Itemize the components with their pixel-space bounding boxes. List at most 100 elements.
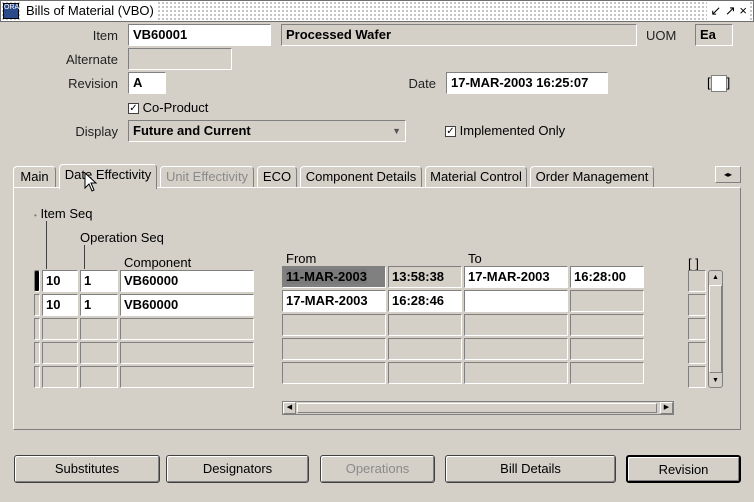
from-date-cell[interactable]: 11-MAR-2003 bbox=[282, 266, 386, 288]
window-controls[interactable]: ↙ ↗ × bbox=[707, 2, 750, 20]
tab-component-details[interactable]: Component Details bbox=[300, 166, 422, 188]
item-label: Item bbox=[92, 28, 118, 43]
from-time-cell[interactable] bbox=[388, 362, 462, 384]
window-title: Bills of Material (VBO) bbox=[22, 2, 158, 20]
date-field[interactable]: 17-MAR-2003 16:25:07 bbox=[446, 72, 608, 94]
op-seq-cell[interactable]: 1 bbox=[80, 270, 118, 292]
item-seq-cell[interactable] bbox=[42, 318, 78, 340]
from-time-cell[interactable] bbox=[388, 338, 462, 360]
flexfield-cell[interactable] bbox=[688, 342, 706, 364]
op-seq-cell[interactable]: 1 bbox=[80, 294, 118, 316]
header-connector bbox=[46, 221, 47, 269]
scroll-left-icon[interactable]: ◀ bbox=[283, 402, 296, 414]
scroll-down-icon[interactable]: ▼ bbox=[709, 374, 722, 387]
check-icon: ✓ bbox=[128, 103, 139, 115]
app-icon: ORA bbox=[3, 3, 19, 19]
horizontal-scrollbar[interactable]: ◀ ▶ bbox=[282, 401, 674, 415]
flexfield-button[interactable]: [] bbox=[707, 72, 741, 94]
tab-main[interactable]: Main bbox=[13, 166, 56, 188]
from-date-value: 11-MAR-2003 bbox=[286, 269, 367, 284]
to-time-cell[interactable] bbox=[570, 314, 644, 336]
sort-icon: • bbox=[34, 211, 37, 220]
flexfield-header: [ ] bbox=[688, 256, 699, 271]
item-seq-header: • Item Seq bbox=[34, 206, 92, 221]
item-seq-cell[interactable]: 10 bbox=[42, 294, 78, 316]
from-date-cell[interactable] bbox=[282, 314, 386, 336]
tab-order-management[interactable]: Order Management bbox=[530, 166, 654, 188]
component-cell[interactable]: VB60000 bbox=[120, 270, 254, 292]
designators-button[interactable]: Designators bbox=[166, 455, 309, 483]
to-time-cell[interactable] bbox=[570, 362, 644, 384]
to-time-cell[interactable] bbox=[570, 338, 644, 360]
tab-scroll-arrows-icon[interactable]: ◂▸ bbox=[715, 166, 741, 183]
tab-eco[interactable]: ECO bbox=[257, 166, 297, 188]
component-cell[interactable] bbox=[120, 366, 254, 388]
row-indicator[interactable] bbox=[34, 366, 40, 388]
row-indicator[interactable] bbox=[34, 342, 40, 364]
tab-date-effectivity[interactable]: Date Effectivity bbox=[59, 164, 157, 189]
substitutes-button[interactable]: Substitutes bbox=[14, 455, 160, 483]
display-select[interactable]: Future and Current ▼ bbox=[128, 120, 406, 142]
uom-label: UOM bbox=[646, 28, 677, 43]
tab-material-control[interactable]: Material Control bbox=[425, 166, 527, 188]
from-date-cell[interactable] bbox=[282, 362, 386, 384]
display-value: Future and Current bbox=[133, 123, 251, 138]
chevron-down-icon: ▼ bbox=[392, 126, 401, 136]
op-seq-cell[interactable] bbox=[80, 342, 118, 364]
component-header: Component bbox=[124, 255, 192, 270]
mouse-cursor-icon bbox=[84, 172, 98, 192]
to-date-cell[interactable] bbox=[464, 314, 568, 336]
flexfield-cell[interactable] bbox=[688, 270, 706, 292]
item-description-field[interactable]: Processed Wafer bbox=[281, 24, 637, 46]
from-date-cell[interactable] bbox=[282, 338, 386, 360]
item-field[interactable]: VB60001 bbox=[128, 24, 271, 46]
from-time-cell[interactable]: 13:58:38 bbox=[388, 266, 462, 288]
operations-button[interactable]: Operations bbox=[320, 455, 435, 483]
header-connector bbox=[84, 245, 85, 269]
op-seq-cell[interactable] bbox=[80, 318, 118, 340]
scrollbar-thumb[interactable] bbox=[709, 285, 722, 373]
to-date-cell[interactable] bbox=[464, 338, 568, 360]
display-label: Display bbox=[75, 124, 118, 139]
row-indicator[interactable] bbox=[34, 270, 40, 292]
from-date-cell[interactable]: 17-MAR-2003 bbox=[282, 290, 386, 312]
operation-seq-header: Operation Seq bbox=[80, 230, 164, 245]
bill-details-button[interactable]: Bill Details bbox=[445, 455, 616, 483]
coproduct-checkbox[interactable]: ✓ Co-Product bbox=[128, 100, 208, 115]
component-cell[interactable] bbox=[120, 318, 254, 340]
implemented-only-checkbox[interactable]: ✓ Implemented Only bbox=[445, 123, 565, 138]
alternate-field[interactable] bbox=[128, 48, 232, 70]
date-label: Date bbox=[408, 76, 436, 91]
component-cell[interactable]: VB60000 bbox=[120, 294, 254, 316]
item-seq-cell[interactable]: 10 bbox=[42, 270, 78, 292]
alternate-label: Alternate bbox=[65, 52, 118, 67]
scrollbar-thumb[interactable] bbox=[297, 403, 657, 413]
flexfield-cell[interactable] bbox=[688, 366, 706, 388]
from-time-cell[interactable] bbox=[388, 314, 462, 336]
to-date-cell[interactable] bbox=[464, 290, 568, 312]
coproduct-label: Co-Product bbox=[142, 100, 209, 115]
item-seq-cell[interactable] bbox=[42, 342, 78, 364]
flexfield-cell[interactable] bbox=[688, 318, 706, 340]
component-cell[interactable] bbox=[120, 342, 254, 364]
scroll-right-icon[interactable]: ▶ bbox=[660, 402, 673, 414]
from-header: From bbox=[286, 251, 317, 266]
scroll-up-icon[interactable]: ▲ bbox=[709, 271, 722, 284]
row-indicator[interactable] bbox=[34, 318, 40, 340]
uom-field[interactable]: Ea bbox=[695, 24, 733, 46]
row-indicator[interactable] bbox=[34, 294, 40, 316]
to-time-cell[interactable]: 16:28:00 bbox=[570, 266, 644, 288]
revision-label: Revision bbox=[68, 76, 118, 91]
tab-unit-effectivity[interactable]: Unit Effectivity bbox=[160, 166, 254, 188]
from-time-cell[interactable]: 16:28:46 bbox=[388, 290, 462, 312]
to-header: To bbox=[468, 251, 482, 266]
revision-button[interactable]: Revision bbox=[626, 455, 741, 483]
vertical-scrollbar[interactable]: ▲ ▼ bbox=[708, 270, 723, 388]
op-seq-cell[interactable] bbox=[80, 366, 118, 388]
revision-field[interactable]: A bbox=[128, 72, 166, 94]
flexfield-cell[interactable] bbox=[688, 294, 706, 316]
item-seq-cell[interactable] bbox=[42, 366, 78, 388]
to-time-cell[interactable] bbox=[570, 290, 644, 312]
to-date-cell[interactable]: 17-MAR-2003 bbox=[464, 266, 568, 288]
to-date-cell[interactable] bbox=[464, 362, 568, 384]
